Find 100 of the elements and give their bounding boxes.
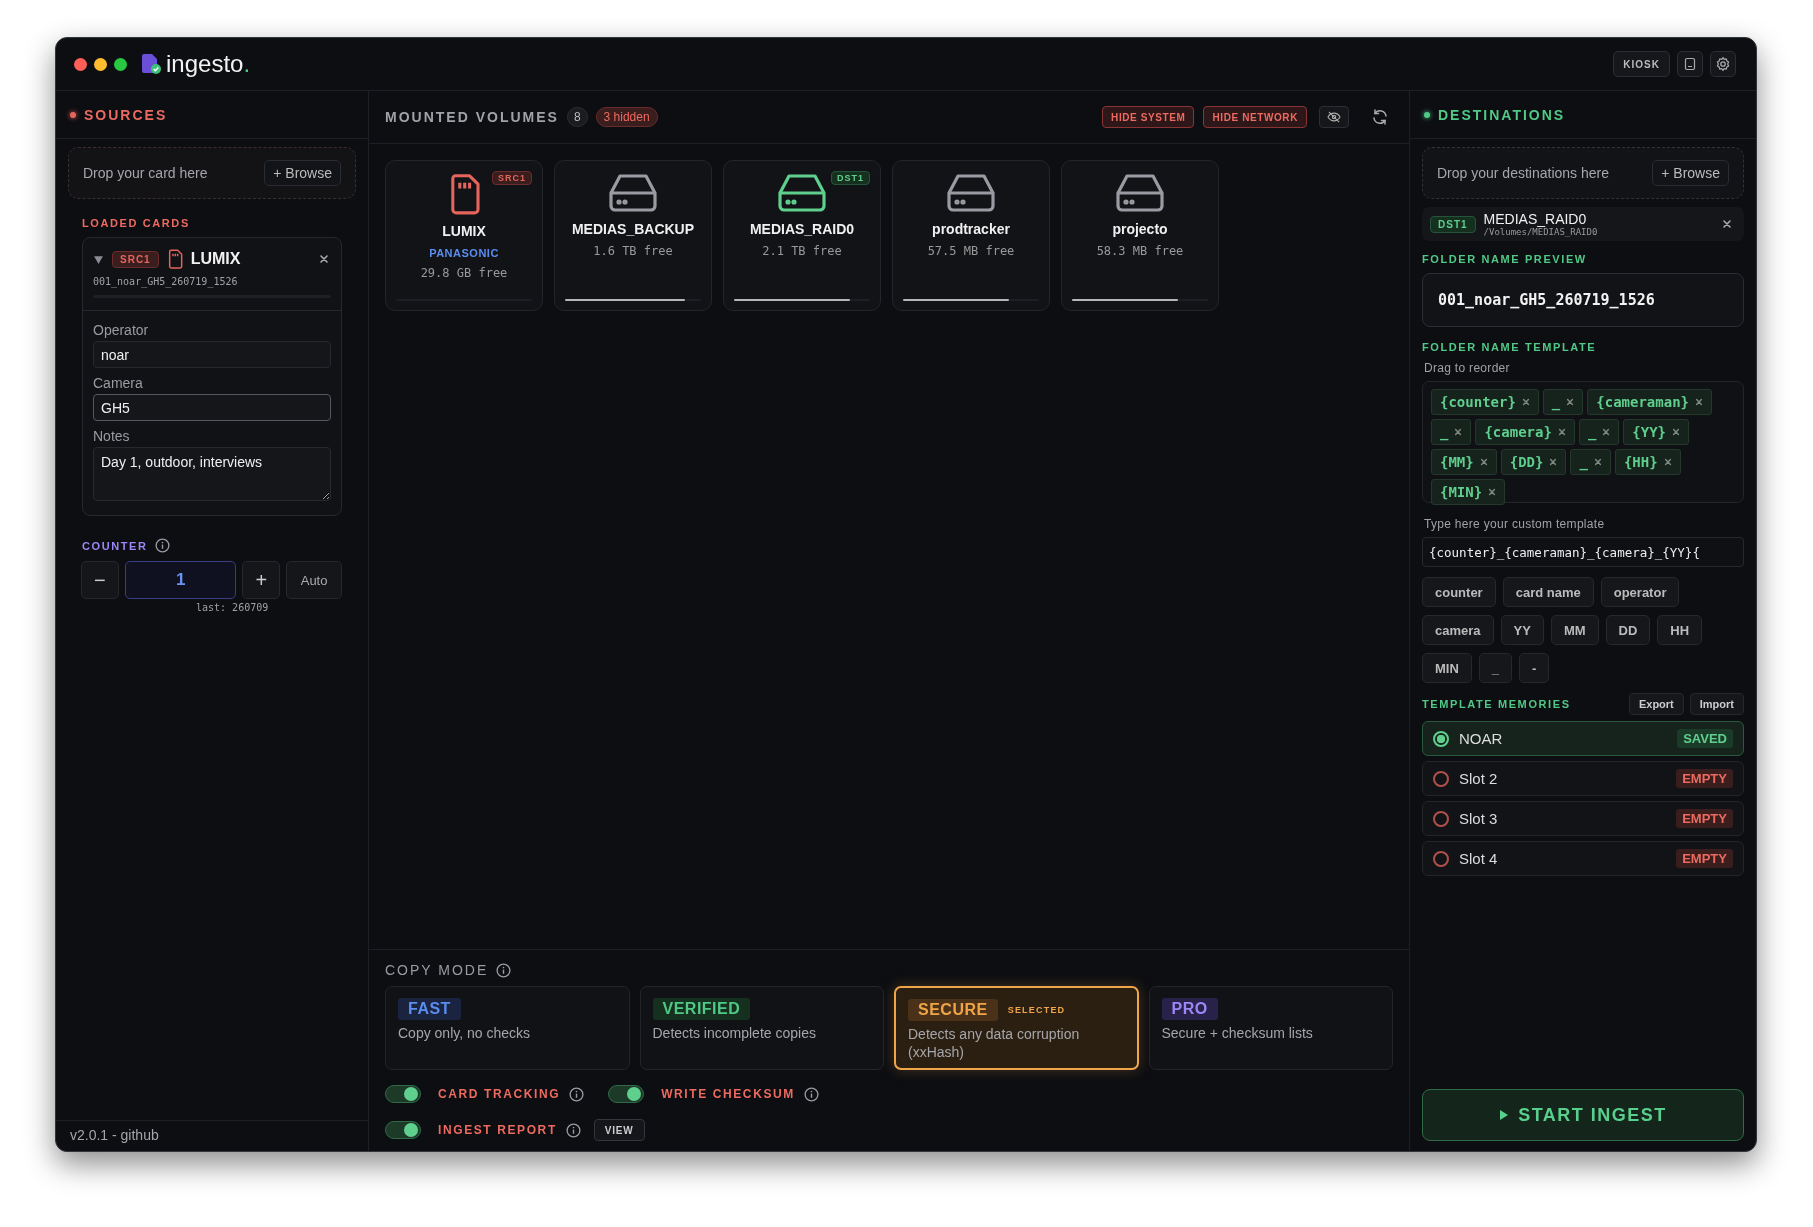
memory-slot[interactable]: NOAR SAVED [1422,721,1744,756]
template-field[interactable]: {counter}_{cameraman}_{camera}_{YY}{ [1422,537,1744,567]
mode-card[interactable]: VERIFIED Detects incomplete copies [639,986,884,1070]
slot-name: Slot 2 [1459,770,1498,787]
template-chip[interactable]: {DD} [1500,449,1567,475]
radio-button[interactable] [1433,730,1449,747]
memory-slot[interactable]: Slot 4 EMPTY [1422,841,1744,876]
remove-icon[interactable] [1479,458,1488,466]
settings-button[interactable] [1710,51,1736,77]
remove-icon[interactable] [1672,428,1681,436]
volume-name: MEDIAS_RAID0 [749,221,855,237]
template-chip[interactable]: {cameraman} [1587,389,1712,415]
kiosk-button[interactable]: KIOSK [1613,51,1670,77]
chip-label: {YY} [1632,424,1667,440]
notes-field[interactable]: Day 1, outdoor, interviews [93,447,331,501]
remove-icon[interactable] [1488,488,1497,496]
status-badge: EMPTY [1676,769,1733,788]
drive-icon [946,173,996,213]
drop-zone[interactable]: Drop your destinations here + Browse [1422,147,1744,199]
browse-button[interactable]: + Browse [1652,160,1729,186]
template-chip[interactable]: _ [1542,389,1584,415]
template-chip[interactable]: _ [1431,419,1472,445]
template-chip[interactable]: _ [1570,449,1611,475]
template-chip[interactable]: {counter} [1431,389,1539,415]
mode-card[interactable]: PRO Secure + checksum lists [1148,986,1393,1070]
volume-card[interactable]: MEDIAS_BACKUP 1.6 TB free [554,160,712,311]
template-chip[interactable]: _ [1578,419,1620,445]
token-button[interactable]: MIN [1422,653,1472,683]
filter-button[interactable]: HIDE SYSTEM [1102,106,1195,128]
auto-button[interactable]: Auto [286,561,342,599]
version-link[interactable]: v2.0.1 - github [56,1120,368,1151]
memory-slot[interactable]: Slot 2 EMPTY [1422,761,1744,796]
input-field[interactable]: noar [93,341,331,368]
template-chip[interactable]: {HH} [1614,449,1681,475]
token-button[interactable]: MM [1550,615,1599,645]
refresh-icon[interactable] [1371,108,1389,126]
mode-card[interactable]: SECURE SELECTED Detects any data corruption (xxHash) [894,986,1139,1070]
drop-zone[interactable]: Drop your card here + Browse [68,147,356,199]
memory-slot[interactable]: Slot 3 EMPTY [1422,801,1744,836]
volume-card[interactable]: projecto 58.3 MB free [1061,160,1219,311]
import-button[interactable]: Import [1689,693,1744,715]
mode-card[interactable]: FAST Copy only, no checks [385,986,630,1070]
token-button[interactable]: DD [1605,615,1651,645]
counter-field[interactable]: 1 [124,561,237,599]
export-button[interactable]: Export [1628,693,1684,715]
drive-icon [608,173,658,213]
template-chip[interactable]: {YY} [1623,419,1690,445]
token-button[interactable]: operator [1600,577,1680,607]
info-icon[interactable] [803,1086,819,1102]
hidden-badge[interactable]: 3 hidden [595,107,658,127]
zoom-button[interactable] [114,57,127,71]
minimize-button[interactable] [94,57,107,71]
template-chip[interactable]: {MIN} [1431,479,1506,505]
panel-button[interactable] [1677,51,1703,77]
browse-button[interactable]: + Browse [264,160,341,186]
token-button[interactable]: _ [1478,653,1513,683]
view-button[interactable]: VIEW [593,1119,645,1141]
remove-icon[interactable] [1521,398,1530,406]
remove-icon[interactable] [1602,428,1611,436]
chip-label: {MIN} [1440,484,1483,500]
token-button[interactable]: camera [1422,615,1494,645]
filter-button[interactable]: HIDE NETWORK [1203,106,1307,128]
remove-icon[interactable] [1557,428,1566,436]
info-icon[interactable] [154,538,170,553]
info-icon[interactable] [569,1086,585,1102]
remove-icon[interactable] [1454,428,1463,436]
toggle-switch[interactable] [385,1121,421,1139]
volume-card[interactable]: DST1 MEDIAS_RAID0 2.1 TB free [723,160,881,311]
remove-icon[interactable] [1663,458,1672,466]
chip-label: {DD} [1509,454,1544,470]
radio-button[interactable] [1433,810,1449,827]
remove-icon[interactable] [1549,458,1558,466]
volume-name: projecto [1112,221,1168,237]
template-chip[interactable]: {camera} [1475,419,1575,445]
token-button[interactable]: counter [1422,577,1496,607]
toggle-switch[interactable] [608,1085,645,1103]
close-button[interactable] [74,57,87,71]
info-icon[interactable] [565,1122,581,1138]
volume-card[interactable]: prodtracker 57.5 MB free [892,160,1050,311]
info-icon[interactable] [496,962,512,978]
radio-button[interactable] [1433,770,1449,787]
volume-card[interactable]: SRC1 LUMIX PANASONIC 29.8 GB free [385,160,543,311]
start-button[interactable]: START INGEST [1422,1089,1744,1141]
increment-button[interactable]: + [242,561,281,599]
radio-button[interactable] [1433,850,1449,867]
caret-icon[interactable] [93,253,104,265]
remove-icon[interactable] [1695,398,1703,406]
hidden-toggle-button[interactable] [1319,106,1349,128]
token-button[interactable]: HH [1657,615,1703,645]
remove-icon[interactable] [1593,458,1602,466]
remove-icon[interactable] [1566,398,1575,406]
close-icon[interactable] [319,254,329,264]
input-field[interactable]: GH5 [93,394,331,421]
decrement-button[interactable]: − [81,561,119,599]
close-icon[interactable] [1722,219,1732,229]
token-button[interactable]: card name [1502,577,1594,607]
token-button[interactable]: YY [1500,615,1544,645]
template-chip[interactable]: {MM} [1431,449,1497,475]
token-button[interactable]: - [1519,653,1550,683]
toggle-switch[interactable] [385,1085,421,1103]
